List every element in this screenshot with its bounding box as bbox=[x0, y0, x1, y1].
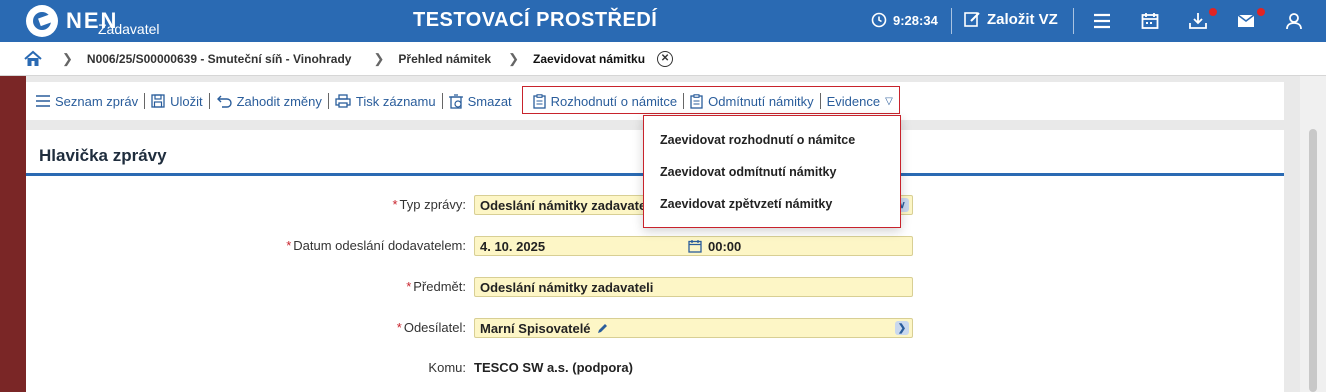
subject-label-text: Předmět: bbox=[413, 279, 466, 294]
menu-item-register-decision[interactable]: Zaevidovat rozhodnutí o námitce bbox=[660, 133, 855, 147]
logo-subtitle: Zadavatel bbox=[98, 21, 160, 37]
left-accent-bar bbox=[0, 76, 26, 392]
header-divider bbox=[951, 8, 952, 34]
top-bar: NEN Zadavatel TESTOVACÍ PROSTŘEDÍ 9:28:3… bbox=[0, 0, 1326, 42]
required-mark: * bbox=[392, 197, 398, 212]
required-mark: * bbox=[286, 238, 292, 253]
scrollbar[interactable] bbox=[1300, 76, 1326, 392]
card-title: Hlavička zprávy bbox=[39, 146, 167, 165]
edit-icon bbox=[964, 12, 980, 27]
undo-icon bbox=[216, 95, 232, 108]
print-record-button[interactable]: Tisk záznamu bbox=[329, 94, 442, 109]
chevron-right-icon: ❯ bbox=[62, 50, 73, 66]
date-field[interactable]: 4. 10. 2025 00:00 bbox=[474, 236, 913, 256]
subject-value: Odeslání námitky zadavateli bbox=[480, 279, 654, 295]
clock-time: 9:28:34 bbox=[893, 12, 938, 28]
required-mark: * bbox=[396, 320, 402, 335]
delete-label: Smazat bbox=[467, 93, 512, 109]
breadcrumb: ❯ N006/25/S00000639 - Smuteční síň - Vin… bbox=[0, 42, 1326, 76]
sender-value: Marní Spisovatelé bbox=[480, 320, 591, 336]
close-icon[interactable]: ✕ bbox=[657, 50, 674, 67]
breadcrumb-current: Zaevidovat námitku bbox=[533, 51, 646, 66]
mail-icon[interactable] bbox=[1236, 11, 1256, 31]
date-value: 4. 10. 2025 bbox=[480, 238, 546, 254]
menu-item-register-rejection[interactable]: Zaevidovat odmítnutí námitky bbox=[660, 165, 836, 179]
menu-item-register-withdrawal[interactable]: Zaevidovat zpětvzetí námitky bbox=[660, 197, 832, 211]
chevron-right-icon: ❯ bbox=[508, 50, 519, 66]
print-record-label: Tisk záznamu bbox=[355, 93, 436, 109]
save-button[interactable]: Uložit bbox=[145, 94, 209, 109]
calendar-icon[interactable] bbox=[688, 239, 702, 253]
discard-changes-button[interactable]: Zahodit změny bbox=[210, 94, 328, 109]
list-icon bbox=[36, 95, 50, 107]
create-vz-button[interactable]: Založit VZ bbox=[963, 10, 1058, 28]
delete-icon bbox=[448, 93, 463, 109]
calendar-icon[interactable] bbox=[1140, 11, 1160, 31]
evidence-dropdown-menu: Zaevidovat rozhodnutí o námitce Zaevidov… bbox=[643, 115, 901, 228]
delete-button[interactable]: Smazat bbox=[443, 94, 518, 109]
save-label: Uložit bbox=[170, 93, 203, 109]
list-messages-button[interactable]: Seznam zpráv bbox=[26, 94, 144, 109]
to-label-text: Komu: bbox=[428, 360, 466, 375]
home-icon[interactable] bbox=[24, 50, 42, 68]
mail-notification-dot bbox=[1257, 8, 1265, 16]
subject-label: * Předmět: bbox=[406, 279, 466, 294]
clock-icon bbox=[871, 12, 887, 28]
download-notification-dot bbox=[1209, 8, 1217, 16]
to-value: TESCO SW a.s. (podpora) bbox=[474, 360, 633, 375]
breadcrumb-item-objections[interactable]: Přehled námitek bbox=[398, 52, 491, 66]
chevron-right-icon: ❯ bbox=[373, 50, 385, 66]
download-icon[interactable] bbox=[1188, 11, 1208, 31]
environment-title: TESTOVACÍ PROSTŘEDÍ bbox=[413, 9, 658, 31]
date-label: * Datum odeslání dodavatelem: bbox=[286, 238, 466, 253]
sender-label: * Odesílatel: bbox=[397, 320, 466, 335]
sender-field[interactable]: Marní Spisovatelé ❯ bbox=[474, 318, 913, 338]
to-label: Komu: bbox=[428, 360, 466, 375]
discard-changes-label: Zahodit změny bbox=[236, 93, 322, 109]
chevron-right-icon[interactable]: ❯ bbox=[895, 321, 909, 335]
list-messages-label: Seznam zpráv bbox=[55, 93, 139, 109]
highlight-box bbox=[522, 86, 900, 114]
required-mark: * bbox=[406, 279, 412, 294]
menu-icon[interactable] bbox=[1092, 11, 1112, 31]
type-label-text: Typ zprávy: bbox=[399, 197, 466, 212]
header-divider bbox=[1073, 8, 1074, 34]
create-vz-label: Založit VZ bbox=[987, 10, 1058, 28]
time-value[interactable]: 00:00 bbox=[708, 239, 741, 254]
user-icon[interactable] bbox=[1284, 11, 1304, 31]
scrollbar-thumb[interactable] bbox=[1309, 129, 1317, 392]
session-clock: 9:28:34 bbox=[871, 12, 938, 28]
print-icon bbox=[335, 94, 351, 108]
save-icon bbox=[151, 94, 165, 108]
type-value: Odeslání námitky zadavateli bbox=[480, 197, 654, 213]
nen-logo-icon bbox=[26, 5, 58, 37]
subject-field[interactable]: Odeslání námitky zadavateli bbox=[474, 277, 913, 297]
pencil-icon[interactable] bbox=[596, 322, 609, 335]
date-label-text: Datum odeslání dodavatelem: bbox=[293, 238, 466, 253]
sender-label-text: Odesílatel: bbox=[403, 320, 466, 335]
type-label: * Typ zprávy: bbox=[392, 197, 466, 212]
breadcrumb-item-tender[interactable]: N006/25/S00000639 - Smuteční síň - Vinoh… bbox=[87, 52, 352, 66]
